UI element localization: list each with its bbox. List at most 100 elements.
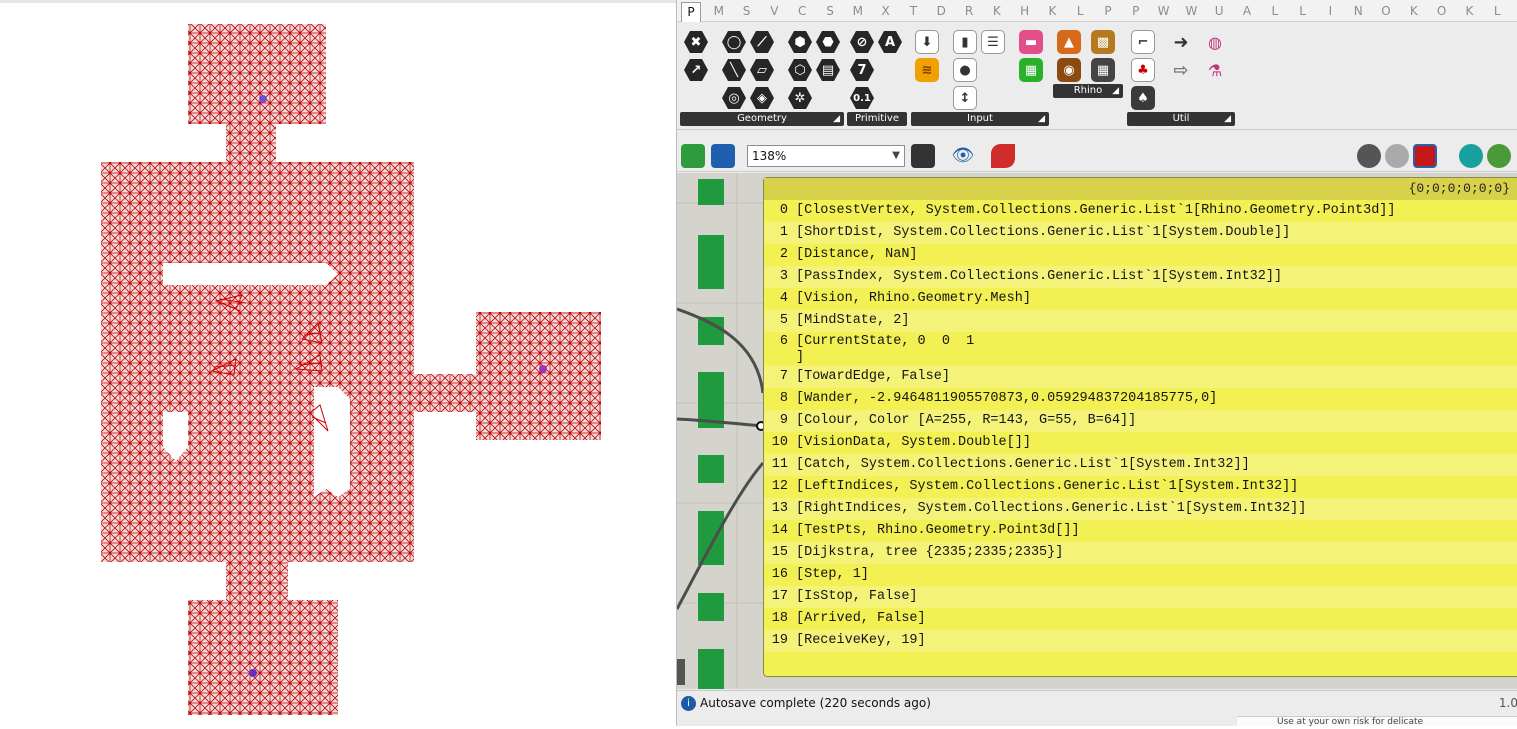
tab-h-12[interactable]: H — [1015, 2, 1035, 22]
tab-s-2[interactable]: S — [737, 2, 757, 22]
row-index: 9 — [779, 413, 788, 428]
galapagos-icon[interactable]: ◍ — [1203, 30, 1227, 54]
sketch-pen-icon[interactable] — [991, 144, 1015, 168]
button-icon[interactable]: ● — [953, 58, 977, 82]
primitive-panel-label[interactable]: Primitive — [847, 112, 907, 126]
tab-o-25[interactable]: O — [1376, 2, 1396, 22]
preview-selected-icon[interactable] — [1413, 144, 1437, 168]
component-tab-bar: PMSVCSMXTDRKHKLPPWWUALLINOKOKL — [677, 0, 1517, 22]
text-icon[interactable]: A — [878, 30, 902, 54]
tab-l-21[interactable]: L — [1265, 2, 1285, 22]
line-icon[interactable]: ⟋ — [750, 30, 774, 54]
panel-row: 4 [Vision, Rhino.Geometry.Mesh] — [764, 288, 1517, 310]
tab-t-8[interactable]: T — [903, 2, 923, 22]
plane-icon[interactable]: ⬡ — [788, 58, 812, 82]
tab-v-3[interactable]: V — [764, 2, 784, 22]
save-file-icon[interactable] — [711, 144, 735, 168]
export-icon[interactable] — [1487, 144, 1511, 168]
value-list-icon[interactable]: ☰ — [981, 30, 1005, 54]
toggle-icon[interactable]: ▮ — [953, 30, 977, 54]
surface-icon[interactable]: ▱ — [750, 58, 774, 82]
tab-m-1[interactable]: M — [709, 2, 729, 22]
geometry-panel-label[interactable]: Geometry ◢ — [680, 112, 844, 126]
mesh-face-icon[interactable]: ✲ — [788, 86, 812, 110]
glasses-icon[interactable]: ⌐ — [1131, 30, 1155, 54]
cherry-icon[interactable]: ♣ — [1131, 58, 1155, 82]
tab-x-7[interactable]: X — [876, 2, 896, 22]
panel-row: 6 [CurrentState, 0 0 1 ] — [764, 332, 1517, 366]
digit-scroller-icon[interactable]: ↕ — [953, 86, 977, 110]
tab-c-4[interactable]: C — [792, 2, 812, 22]
panel-row: 8 [Wander, -2.9464811905570873,0.05929483… — [764, 388, 1517, 410]
arrow-right-icon[interactable]: ➜ — [1169, 30, 1193, 54]
tab-i-23[interactable]: I — [1320, 2, 1340, 22]
mesh-icon[interactable]: ⬣ — [816, 30, 840, 54]
grasshopper-canvas[interactable]: {0;0;0;0;0;0} 0 [ClosestVertex, System.Co… — [677, 173, 1517, 689]
arrow-outline-icon[interactable]: ⇨ — [1169, 58, 1193, 82]
rhino-hatch-icon[interactable]: ▦ — [1091, 58, 1115, 82]
tab-s-5[interactable]: S — [820, 2, 840, 22]
group-icon[interactable]: ▤ — [816, 58, 840, 82]
rhino-spiral-icon[interactable]: ◉ — [1057, 58, 1081, 82]
curve-icon[interactable]: ╲ — [722, 58, 746, 82]
row-index: 8 — [779, 391, 788, 406]
tab-n-24[interactable]: N — [1348, 2, 1368, 22]
tab-u-19[interactable]: U — [1209, 2, 1229, 22]
tab-k-11[interactable]: K — [987, 2, 1007, 22]
tab-l-22[interactable]: L — [1293, 2, 1313, 22]
flask-icon[interactable]: ⚗ — [1203, 58, 1227, 82]
open-file-icon[interactable] — [681, 144, 705, 168]
bake-icon[interactable] — [1459, 144, 1483, 168]
row-index: 16 — [771, 567, 788, 582]
tree-icon[interactable]: ♠ — [1131, 86, 1155, 110]
graph-mapper-icon[interactable]: ≋ — [915, 58, 939, 82]
row-index: 7 — [779, 369, 788, 384]
tab-l-29[interactable]: L — [1487, 2, 1507, 22]
tab-p-16[interactable]: P — [1126, 2, 1146, 22]
circle-icon[interactable]: ◯ — [722, 30, 746, 54]
box-icon[interactable]: ✖ — [684, 30, 708, 54]
output-panel[interactable]: {0;0;0;0;0;0} 0 [ClosestVertex, System.Co… — [763, 177, 1517, 677]
tab-a-20[interactable]: A — [1237, 2, 1257, 22]
gradient-icon[interactable]: ▦ — [1019, 58, 1043, 82]
tab-r-10[interactable]: R — [959, 2, 979, 22]
boolean-icon[interactable]: ⊘ — [850, 30, 874, 54]
slider-icon[interactable]: ▬ — [1019, 30, 1043, 54]
cube-icon[interactable]: ⬢ — [788, 30, 812, 54]
row-index: 2 — [779, 247, 788, 262]
download-icon[interactable]: ⬇ — [915, 30, 939, 54]
preview-wire-icon[interactable] — [1357, 144, 1381, 168]
zoom-dropdown[interactable]: 138% ▼ — [747, 145, 905, 167]
tab-m-6[interactable]: M — [848, 2, 868, 22]
preview-shade-icon[interactable] — [1385, 144, 1409, 168]
panel-row: 9 [Colour, Color [A=255, R=143, G=55, B=6… — [764, 410, 1517, 432]
tab-p-15[interactable]: P — [1098, 2, 1118, 22]
input-panel-label[interactable]: Input ◢ — [911, 112, 1049, 126]
row-index: 19 — [771, 633, 788, 648]
rhino-panel-label[interactable]: Rhino ◢ — [1053, 84, 1123, 98]
tab-w-17[interactable]: W — [1154, 2, 1174, 22]
tab-o-27[interactable]: O — [1432, 2, 1452, 22]
integer-icon[interactable]: 7 — [850, 58, 874, 82]
tab-k-13[interactable]: K — [1042, 2, 1062, 22]
zoom-extents-icon[interactable] — [911, 144, 935, 168]
row-value: [LeftIndices, System.Collections.Generic… — [796, 479, 1299, 494]
tab-k-26[interactable]: K — [1404, 2, 1424, 22]
tab-p-0[interactable]: P — [681, 2, 701, 22]
rhino-viewport[interactable] — [0, 0, 676, 726]
tab-d-9[interactable]: D — [931, 2, 951, 22]
brep-icon[interactable]: ◈ — [750, 86, 774, 110]
tab-l-14[interactable]: L — [1070, 2, 1090, 22]
tab-k-28[interactable]: K — [1459, 2, 1479, 22]
tab-w-18[interactable]: W — [1181, 2, 1201, 22]
preview-eye-icon[interactable]: 👁 — [951, 144, 975, 168]
number-icon[interactable]: 0.1 — [850, 86, 874, 110]
rhino-panel: ▲ ▩ ◉ ▦ Rhino ◢ — [1053, 26, 1123, 98]
rhino-material-icon[interactable]: ▲ — [1057, 30, 1081, 54]
primitive-panel: ⊘ A 7 0.1 Primitive — [847, 26, 907, 126]
vector-icon[interactable]: ↗ — [684, 58, 708, 82]
panel-row: 12 [LeftIndices, System.Collections.Gener… — [764, 476, 1517, 498]
rhino-pattern-icon[interactable]: ▩ — [1091, 30, 1115, 54]
geometry-icon[interactable]: ◎ — [722, 86, 746, 110]
util-panel-label[interactable]: Util ◢ — [1127, 112, 1235, 126]
